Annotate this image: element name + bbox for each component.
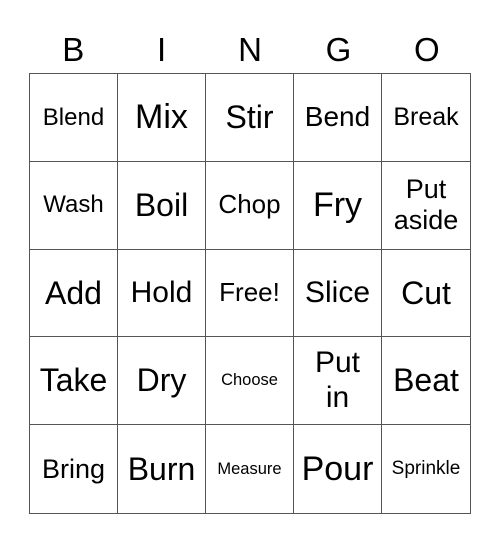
bingo-cell[interactable]: Measure	[206, 425, 294, 513]
bingo-cell[interactable]: Cut	[382, 250, 470, 338]
header-letter-i: I	[157, 31, 167, 68]
bingo-header: B I N G O	[29, 28, 471, 72]
bingo-cell[interactable]: Hold	[118, 249, 206, 338]
header-letter-g: G	[325, 31, 352, 68]
bingo-cell[interactable]: Slice	[294, 249, 382, 338]
bingo-cell[interactable]: Burn	[118, 425, 206, 513]
bingo-cell[interactable]: Stir	[206, 74, 294, 162]
free-space-cell[interactable]: Free!	[206, 249, 294, 338]
bingo-cell[interactable]: Beat	[382, 337, 470, 426]
bingo-cell[interactable]: Pour	[294, 425, 382, 513]
bingo-cell[interactable]: Mix	[118, 74, 206, 162]
bingo-cell[interactable]: Wash	[30, 161, 118, 250]
header-letter-b: B	[62, 31, 85, 68]
bingo-cell[interactable]: Bend	[294, 74, 382, 162]
bingo-cell[interactable]: Boil	[118, 161, 206, 250]
bingo-cell[interactable]: Put aside	[382, 162, 470, 250]
bingo-cell[interactable]: Chop	[206, 161, 294, 250]
bingo-cell[interactable]: Fry	[294, 161, 382, 250]
bingo-cell[interactable]: Take	[30, 337, 118, 426]
bingo-cell[interactable]: Choose	[206, 337, 294, 426]
bingo-card-grid: Blend Mix Stir Bend Break Wash Boil Chop…	[29, 73, 471, 514]
bingo-cell[interactable]: Bring	[30, 425, 118, 513]
bingo-cell[interactable]: Dry	[118, 337, 206, 426]
bingo-cell[interactable]: Put in	[294, 337, 382, 426]
bingo-cell[interactable]: Break	[382, 74, 470, 162]
bingo-cell[interactable]: Blend	[30, 74, 118, 162]
header-letter-o: O	[413, 31, 440, 68]
bingo-cell[interactable]: Add	[30, 249, 118, 338]
bingo-cell[interactable]: Sprinkle	[382, 425, 470, 513]
header-letter-n: N	[238, 31, 262, 68]
